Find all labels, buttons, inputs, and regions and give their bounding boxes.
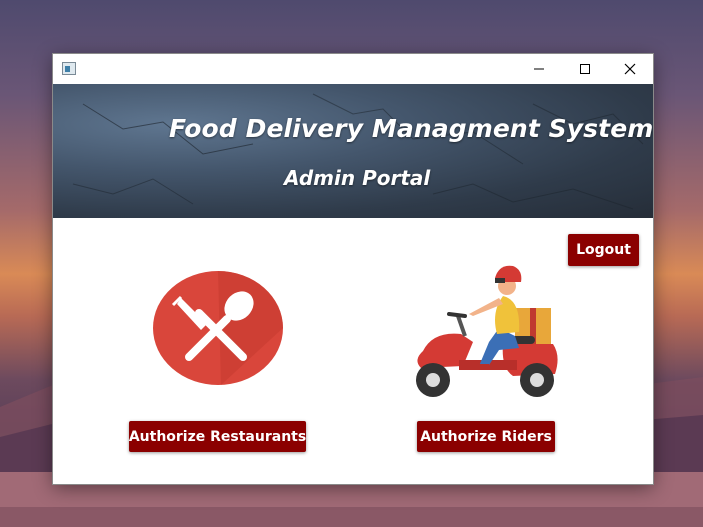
- close-icon: [624, 63, 636, 75]
- portal-subtitle: Admin Portal: [284, 166, 431, 190]
- stone-texture: [72, 93, 644, 210]
- app-title: Food Delivery Managment System: [169, 114, 653, 143]
- header-banner: Food Delivery Managment System Admin Por…: [53, 84, 653, 218]
- title-bar[interactable]: [53, 54, 653, 84]
- app-icon: [62, 62, 76, 75]
- logout-button[interactable]: Logout: [568, 234, 639, 266]
- maximize-icon: [580, 64, 590, 74]
- maximize-button[interactable]: [562, 54, 608, 84]
- fork-spoon-icon: [153, 271, 283, 385]
- close-button[interactable]: [607, 54, 653, 84]
- minimize-icon: [534, 68, 544, 70]
- authorize-restaurants-button[interactable]: Authorize Restaurants: [129, 421, 306, 452]
- authorize-riders-button[interactable]: Authorize Riders: [417, 421, 555, 452]
- minimize-button[interactable]: [516, 54, 562, 84]
- delivery-rider-illustration: [416, 265, 558, 397]
- app-window: Food Delivery Managment System Admin Por…: [53, 54, 653, 484]
